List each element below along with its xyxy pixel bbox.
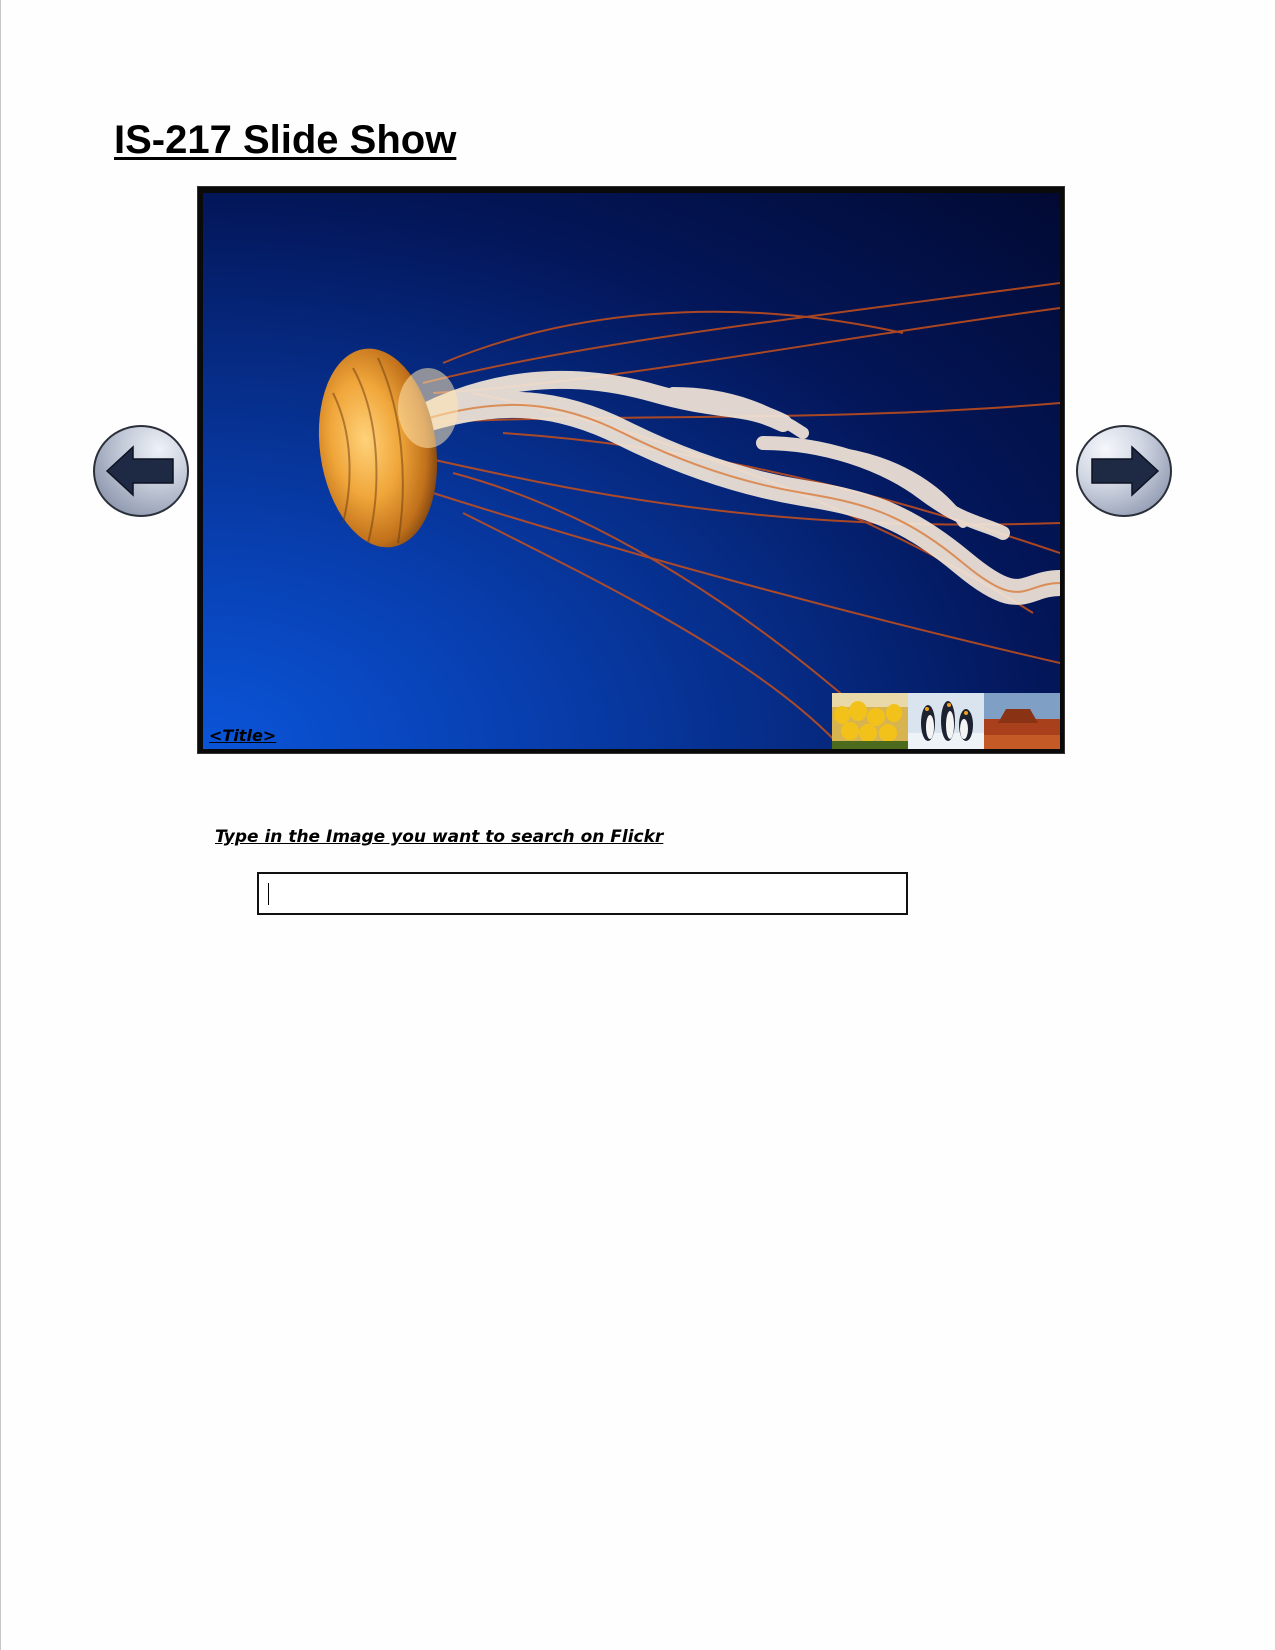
page-title: IS-217 Slide Show [114, 118, 457, 162]
jellyfish-image [318, 282, 1060, 749]
slide-title: <Title> [209, 726, 277, 745]
thumbnail-strip [832, 693, 1060, 749]
thumbnail-penguins[interactable] [908, 693, 984, 749]
current-slide-image[interactable]: <Title> [203, 193, 1060, 749]
slideshow-viewer: <Title> [197, 186, 1065, 754]
thumbnail-tulips[interactable] [832, 693, 908, 749]
next-slide-button[interactable] [1076, 425, 1172, 517]
arrow-right-icon [1091, 445, 1160, 497]
thumbnail-desert[interactable] [984, 693, 1060, 749]
tulips-thumbnail-image [832, 693, 908, 749]
previous-slide-button[interactable] [93, 425, 189, 517]
desert-thumbnail-image [984, 693, 1060, 749]
flickr-search-input[interactable] [257, 872, 908, 915]
search-label: Type in the Image you want to search on … [215, 827, 664, 847]
arrow-left-icon [105, 445, 174, 497]
penguins-thumbnail-image [908, 693, 984, 749]
text-caret [268, 883, 269, 905]
page-edge [0, 0, 1, 1650]
